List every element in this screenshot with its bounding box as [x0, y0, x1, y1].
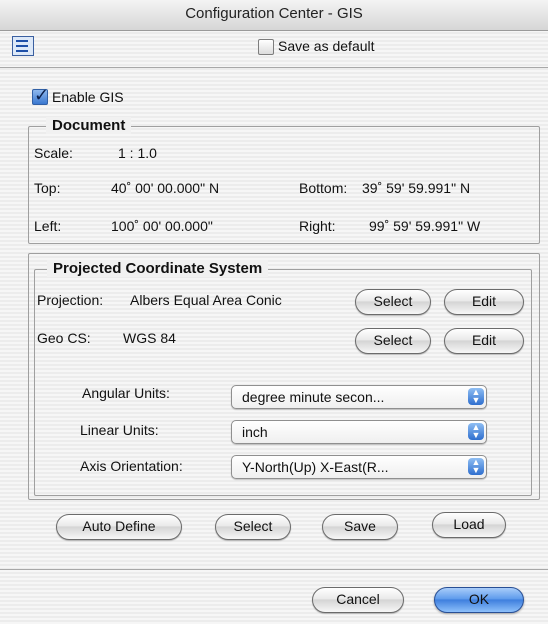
geocs-value: WGS 84: [123, 330, 176, 346]
save-default-label: Save as default: [278, 38, 375, 54]
projection-select-button[interactable]: Select: [355, 289, 431, 315]
save-button[interactable]: Save: [322, 514, 398, 540]
scale-label: Scale:: [34, 145, 73, 161]
footer-divider: [0, 569, 548, 570]
angular-units-label: Angular Units:: [82, 385, 170, 401]
pcs-legend: Projected Coordinate System: [47, 260, 269, 277]
bottom-value: 39˚ 59' 59.991" N: [362, 180, 471, 196]
linear-units-value: inch: [242, 424, 268, 440]
load-button[interactable]: Load: [432, 512, 506, 538]
linear-units-label: Linear Units:: [80, 422, 159, 438]
popup-arrows-icon: ▲ ▼: [468, 458, 484, 475]
scale-value: 1 : 1.0: [118, 145, 157, 161]
left-label: Left:: [34, 218, 62, 234]
angular-units-value: degree minute secon...: [242, 389, 385, 405]
window-title: Configuration Center - GIS: [185, 5, 363, 22]
auto-define-button[interactable]: Auto Define: [56, 514, 182, 540]
select-button[interactable]: Select: [215, 514, 291, 540]
bottom-label: Bottom:: [299, 180, 348, 196]
axis-orientation-popup[interactable]: Y-North(Up) X-East(R... ▲ ▼: [231, 455, 487, 479]
axis-orientation-value: Y-North(Up) X-East(R...: [242, 459, 389, 475]
toolbar: [0, 31, 548, 68]
checkmark-icon: ✓: [34, 85, 50, 105]
enable-gis-checkbox[interactable]: ✓: [32, 85, 49, 105]
ok-button[interactable]: OK: [434, 587, 524, 613]
axis-orientation-label: Axis Orientation:: [80, 458, 183, 474]
geocs-edit-button[interactable]: Edit: [444, 328, 524, 354]
geocs-select-button[interactable]: Select: [355, 328, 431, 354]
geocs-label: Geo CS:: [37, 330, 91, 346]
right-label: Right:: [299, 218, 336, 234]
document-legend: Document: [46, 117, 132, 134]
right-value: 99˚ 59' 59.991" W: [369, 218, 481, 234]
popup-arrows-icon: ▲ ▼: [468, 388, 484, 405]
projection-edit-button[interactable]: Edit: [444, 289, 524, 315]
top-label: Top:: [34, 180, 61, 196]
cancel-button[interactable]: Cancel: [312, 587, 404, 613]
top-value: 40˚ 00' 00.000" N: [111, 180, 220, 196]
projection-value: Albers Equal Area Conic: [130, 292, 282, 308]
toolbar-toggle-icon[interactable]: [12, 36, 34, 56]
popup-arrows-icon: ▲ ▼: [468, 423, 484, 440]
left-value: 100˚ 00' 00.000": [111, 218, 213, 234]
projection-label: Projection:: [37, 292, 104, 308]
linear-units-popup[interactable]: inch ▲ ▼: [231, 420, 487, 444]
enable-gis-label: Enable GIS: [52, 89, 124, 105]
angular-units-popup[interactable]: degree minute secon... ▲ ▼: [231, 385, 487, 409]
save-default-checkbox[interactable]: [258, 39, 274, 55]
